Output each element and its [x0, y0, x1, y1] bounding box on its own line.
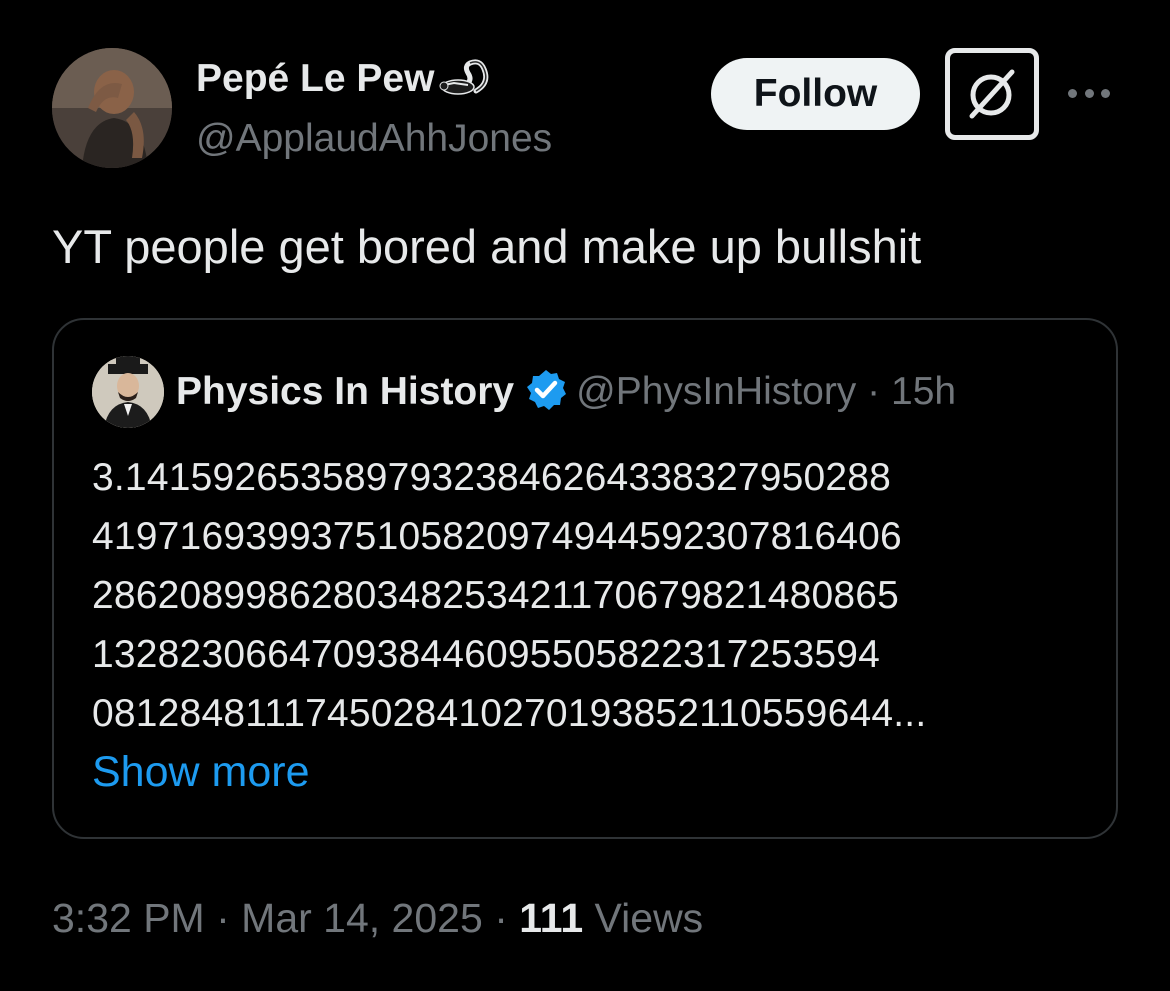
quote-author-handle[interactable]: @PhysInHistory	[576, 370, 856, 413]
tweet-text: YT people get bored and make up bullshit	[52, 220, 922, 273]
skunk-icon	[438, 57, 490, 108]
more-icon-dot	[1084, 88, 1094, 98]
quote-header: Physics In History @PhysInHistory · 15h	[176, 368, 956, 423]
quote-text-line: 419716939937510582097494459230781640​6	[92, 515, 902, 558]
quote-timestamp[interactable]: 15h	[891, 370, 956, 413]
quoted-tweet-card[interactable]: Physics In History @PhysInHistory · 15h …	[52, 318, 1118, 839]
tweet-date[interactable]: Mar 14, 2025	[241, 895, 483, 941]
more-icon-dot	[1101, 88, 1110, 98]
show-more-link[interactable]: Show more	[92, 744, 309, 800]
quote-separator-text: ·	[867, 370, 881, 413]
tweet-time[interactable]: 3:32 PM	[52, 895, 205, 941]
quote-text-line: 3.1415926535897932384626433832795028​8	[92, 456, 892, 499]
author-display-name[interactable]: Pepé Le Pew	[196, 56, 490, 108]
quote-author-avatar[interactable]	[92, 356, 164, 428]
quote-author-name[interactable]: Physics In History	[176, 370, 514, 413]
quote-body: 3.1415926535897932384626433832795028​8 4…	[92, 448, 926, 743]
author-handle[interactable]: @ApplaudAhhJones	[196, 116, 552, 162]
tweet-meta: 3:32 PM · Mar 14, 2025 · 111 Views	[52, 892, 703, 944]
author-avatar[interactable]	[52, 48, 172, 168]
quote-text-line: 286208998628034825342117067982148086​5	[92, 574, 900, 617]
more-options-button[interactable]	[1064, 78, 1114, 108]
meta-separator: ·	[494, 895, 508, 941]
quote-separator: ·	[856, 370, 891, 413]
grok-icon	[969, 69, 1015, 119]
quote-text-line: 132823066470938446095505822317253594	[92, 633, 881, 676]
verified-badge-icon	[524, 368, 568, 423]
views-label: Views	[594, 895, 704, 941]
quote-text-line: 0812848111745028410270193852110559644...	[92, 692, 927, 735]
more-icon	[1068, 88, 1077, 98]
views-count[interactable]: 111	[519, 895, 583, 941]
meta-separator: ·	[216, 895, 230, 941]
grok-button[interactable]	[945, 48, 1039, 140]
follow-button[interactable]: Follow	[711, 58, 920, 130]
author-name-text: Pepé Le Pew	[196, 57, 435, 100]
